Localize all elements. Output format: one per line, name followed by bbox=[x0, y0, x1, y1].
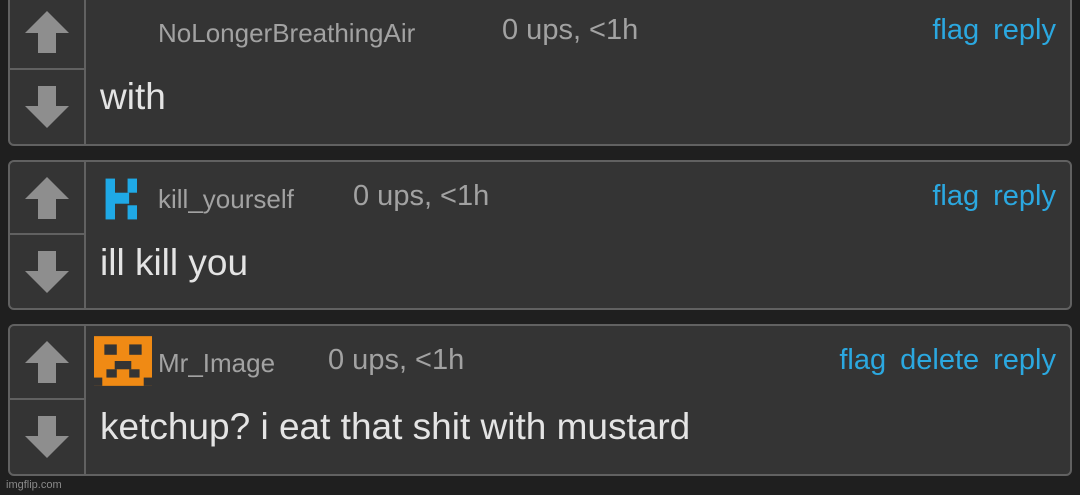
flag-link[interactable]: flag bbox=[932, 180, 979, 213]
comment-card: Mr_Image 0 ups, <1h flag delete reply ke… bbox=[8, 324, 1072, 476]
reply-link[interactable]: reply bbox=[993, 14, 1056, 47]
comment-actions: flag delete reply bbox=[839, 344, 1056, 377]
downvote-button[interactable] bbox=[10, 70, 84, 144]
arrow-up-icon bbox=[25, 11, 69, 53]
reply-link[interactable]: reply bbox=[993, 344, 1056, 377]
upvote-button[interactable] bbox=[10, 0, 84, 70]
comment-username[interactable]: Mr_Image bbox=[158, 348, 275, 379]
orange-pixel-face-icon[interactable] bbox=[94, 336, 152, 386]
comment-meta: 0 ups, <1h bbox=[353, 180, 490, 212]
arrow-up-icon bbox=[25, 176, 69, 219]
arrow-up-icon bbox=[25, 341, 69, 383]
comment-actions: flag reply bbox=[932, 14, 1056, 47]
downvote-button[interactable] bbox=[10, 400, 84, 474]
reply-link[interactable]: reply bbox=[993, 180, 1056, 213]
comment-username[interactable]: NoLongerBreathingAir bbox=[158, 18, 415, 49]
vote-column bbox=[10, 162, 86, 308]
comment-body: with bbox=[100, 76, 166, 117]
comment-body: ketchup? i eat that shit with mustard bbox=[100, 406, 691, 447]
vote-column bbox=[10, 326, 86, 474]
comment-actions: flag reply bbox=[932, 180, 1056, 213]
blue-k-logo-icon[interactable] bbox=[104, 170, 148, 228]
comment-body: ill kill you bbox=[100, 242, 249, 283]
delete-link[interactable]: delete bbox=[900, 344, 979, 377]
comment-meta: 0 ups, <1h bbox=[502, 14, 639, 46]
comment-card: NoLongerBreathingAir 0 ups, <1h flag rep… bbox=[8, 0, 1072, 146]
vote-column bbox=[10, 0, 86, 144]
upvote-button[interactable] bbox=[10, 326, 84, 400]
arrow-down-icon bbox=[25, 86, 69, 128]
comment-card: kill_yourself 0 ups, <1h flag reply ill … bbox=[8, 160, 1072, 310]
arrow-down-icon bbox=[25, 416, 69, 458]
watermark-text: imgflip.com bbox=[6, 479, 62, 491]
comment-username[interactable]: kill_yourself bbox=[158, 184, 294, 215]
upvote-button[interactable] bbox=[10, 162, 84, 235]
arrow-down-icon bbox=[25, 250, 69, 293]
flag-link[interactable]: flag bbox=[932, 14, 979, 47]
comment-meta: 0 ups, <1h bbox=[328, 344, 465, 376]
downvote-button[interactable] bbox=[10, 235, 84, 308]
flag-link[interactable]: flag bbox=[839, 344, 886, 377]
